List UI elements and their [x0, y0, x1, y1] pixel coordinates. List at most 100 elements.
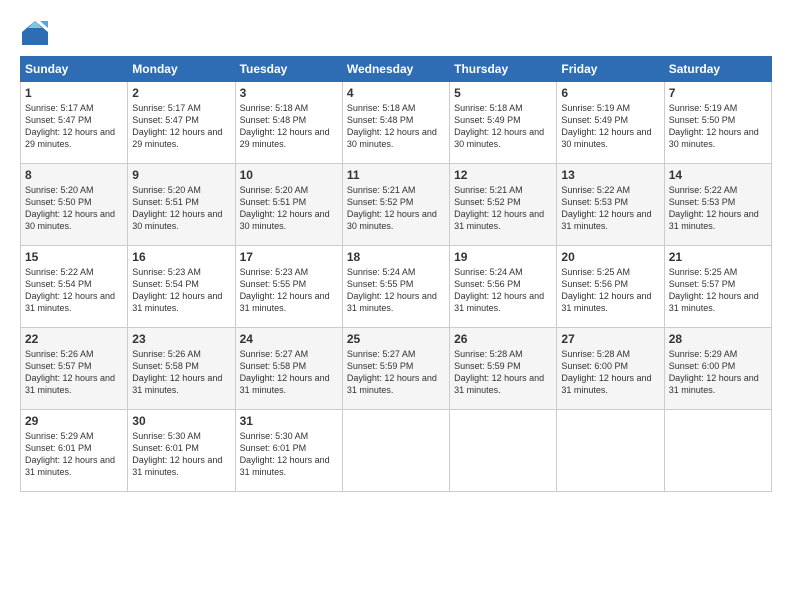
day-number: 31 [240, 414, 338, 428]
day-number: 8 [25, 168, 123, 182]
calendar-day-cell: 7 Sunrise: 5:19 AMSunset: 5:50 PMDayligh… [664, 82, 771, 164]
calendar-week-row: 1 Sunrise: 5:17 AMSunset: 5:47 PMDayligh… [21, 82, 772, 164]
calendar-day-cell: 10 Sunrise: 5:20 AMSunset: 5:51 PMDaylig… [235, 164, 342, 246]
day-info: Sunrise: 5:19 AMSunset: 5:50 PMDaylight:… [669, 103, 759, 149]
day-number: 15 [25, 250, 123, 264]
calendar-day-cell: 17 Sunrise: 5:23 AMSunset: 5:55 PMDaylig… [235, 246, 342, 328]
calendar-day-cell: 28 Sunrise: 5:29 AMSunset: 6:00 PMDaylig… [664, 328, 771, 410]
header [20, 18, 772, 48]
day-number: 20 [561, 250, 659, 264]
day-number: 24 [240, 332, 338, 346]
calendar-day-cell: 1 Sunrise: 5:17 AMSunset: 5:47 PMDayligh… [21, 82, 128, 164]
day-number: 3 [240, 86, 338, 100]
day-info: Sunrise: 5:20 AMSunset: 5:51 PMDaylight:… [132, 185, 222, 231]
weekday-header: Thursday [450, 57, 557, 82]
calendar-day-cell: 29 Sunrise: 5:29 AMSunset: 6:01 PMDaylig… [21, 410, 128, 492]
day-number: 21 [669, 250, 767, 264]
day-number: 28 [669, 332, 767, 346]
day-info: Sunrise: 5:17 AMSunset: 5:47 PMDaylight:… [25, 103, 115, 149]
day-number: 26 [454, 332, 552, 346]
calendar-day-cell: 30 Sunrise: 5:30 AMSunset: 6:01 PMDaylig… [128, 410, 235, 492]
calendar-day-cell: 19 Sunrise: 5:24 AMSunset: 5:56 PMDaylig… [450, 246, 557, 328]
weekday-header: Sunday [21, 57, 128, 82]
calendar-week-row: 8 Sunrise: 5:20 AMSunset: 5:50 PMDayligh… [21, 164, 772, 246]
day-info: Sunrise: 5:30 AMSunset: 6:01 PMDaylight:… [240, 431, 330, 477]
calendar-day-cell: 24 Sunrise: 5:27 AMSunset: 5:58 PMDaylig… [235, 328, 342, 410]
day-number: 27 [561, 332, 659, 346]
calendar-day-cell: 3 Sunrise: 5:18 AMSunset: 5:48 PMDayligh… [235, 82, 342, 164]
day-info: Sunrise: 5:26 AMSunset: 5:57 PMDaylight:… [25, 349, 115, 395]
logo-icon [20, 18, 50, 48]
calendar-day-cell: 2 Sunrise: 5:17 AMSunset: 5:47 PMDayligh… [128, 82, 235, 164]
day-number: 7 [669, 86, 767, 100]
calendar-day-cell: 6 Sunrise: 5:19 AMSunset: 5:49 PMDayligh… [557, 82, 664, 164]
day-number: 12 [454, 168, 552, 182]
logo [20, 18, 54, 48]
calendar-day-cell [342, 410, 449, 492]
day-number: 14 [669, 168, 767, 182]
day-info: Sunrise: 5:18 AMSunset: 5:48 PMDaylight:… [347, 103, 437, 149]
calendar-day-cell: 20 Sunrise: 5:25 AMSunset: 5:56 PMDaylig… [557, 246, 664, 328]
day-number: 1 [25, 86, 123, 100]
calendar-day-cell: 9 Sunrise: 5:20 AMSunset: 5:51 PMDayligh… [128, 164, 235, 246]
day-info: Sunrise: 5:24 AMSunset: 5:56 PMDaylight:… [454, 267, 544, 313]
day-info: Sunrise: 5:20 AMSunset: 5:51 PMDaylight:… [240, 185, 330, 231]
day-info: Sunrise: 5:23 AMSunset: 5:54 PMDaylight:… [132, 267, 222, 313]
day-info: Sunrise: 5:22 AMSunset: 5:53 PMDaylight:… [669, 185, 759, 231]
calendar-day-cell [557, 410, 664, 492]
day-number: 23 [132, 332, 230, 346]
day-number: 29 [25, 414, 123, 428]
day-number: 25 [347, 332, 445, 346]
page: SundayMondayTuesdayWednesdayThursdayFrid… [0, 0, 792, 612]
day-info: Sunrise: 5:25 AMSunset: 5:57 PMDaylight:… [669, 267, 759, 313]
calendar-day-cell: 5 Sunrise: 5:18 AMSunset: 5:49 PMDayligh… [450, 82, 557, 164]
day-info: Sunrise: 5:29 AMSunset: 6:01 PMDaylight:… [25, 431, 115, 477]
calendar-day-cell [664, 410, 771, 492]
calendar-day-cell: 8 Sunrise: 5:20 AMSunset: 5:50 PMDayligh… [21, 164, 128, 246]
day-number: 18 [347, 250, 445, 264]
day-number: 5 [454, 86, 552, 100]
day-info: Sunrise: 5:24 AMSunset: 5:55 PMDaylight:… [347, 267, 437, 313]
weekday-header: Tuesday [235, 57, 342, 82]
day-info: Sunrise: 5:25 AMSunset: 5:56 PMDaylight:… [561, 267, 651, 313]
weekday-header: Saturday [664, 57, 771, 82]
calendar-day-cell: 22 Sunrise: 5:26 AMSunset: 5:57 PMDaylig… [21, 328, 128, 410]
day-number: 9 [132, 168, 230, 182]
day-number: 6 [561, 86, 659, 100]
day-number: 13 [561, 168, 659, 182]
day-info: Sunrise: 5:19 AMSunset: 5:49 PMDaylight:… [561, 103, 651, 149]
day-info: Sunrise: 5:30 AMSunset: 6:01 PMDaylight:… [132, 431, 222, 477]
day-number: 11 [347, 168, 445, 182]
calendar-week-row: 22 Sunrise: 5:26 AMSunset: 5:57 PMDaylig… [21, 328, 772, 410]
calendar-day-cell: 27 Sunrise: 5:28 AMSunset: 6:00 PMDaylig… [557, 328, 664, 410]
calendar-week-row: 29 Sunrise: 5:29 AMSunset: 6:01 PMDaylig… [21, 410, 772, 492]
calendar-day-cell: 26 Sunrise: 5:28 AMSunset: 5:59 PMDaylig… [450, 328, 557, 410]
calendar-header-row: SundayMondayTuesdayWednesdayThursdayFrid… [21, 57, 772, 82]
calendar-day-cell: 14 Sunrise: 5:22 AMSunset: 5:53 PMDaylig… [664, 164, 771, 246]
day-info: Sunrise: 5:21 AMSunset: 5:52 PMDaylight:… [347, 185, 437, 231]
calendar-day-cell: 21 Sunrise: 5:25 AMSunset: 5:57 PMDaylig… [664, 246, 771, 328]
calendar-day-cell: 18 Sunrise: 5:24 AMSunset: 5:55 PMDaylig… [342, 246, 449, 328]
weekday-header: Monday [128, 57, 235, 82]
calendar-day-cell: 31 Sunrise: 5:30 AMSunset: 6:01 PMDaylig… [235, 410, 342, 492]
calendar-day-cell: 16 Sunrise: 5:23 AMSunset: 5:54 PMDaylig… [128, 246, 235, 328]
calendar-day-cell: 11 Sunrise: 5:21 AMSunset: 5:52 PMDaylig… [342, 164, 449, 246]
day-info: Sunrise: 5:22 AMSunset: 5:54 PMDaylight:… [25, 267, 115, 313]
day-info: Sunrise: 5:17 AMSunset: 5:47 PMDaylight:… [132, 103, 222, 149]
weekday-header: Wednesday [342, 57, 449, 82]
day-info: Sunrise: 5:18 AMSunset: 5:49 PMDaylight:… [454, 103, 544, 149]
calendar-day-cell: 13 Sunrise: 5:22 AMSunset: 5:53 PMDaylig… [557, 164, 664, 246]
day-info: Sunrise: 5:27 AMSunset: 5:58 PMDaylight:… [240, 349, 330, 395]
calendar-day-cell: 12 Sunrise: 5:21 AMSunset: 5:52 PMDaylig… [450, 164, 557, 246]
day-info: Sunrise: 5:26 AMSunset: 5:58 PMDaylight:… [132, 349, 222, 395]
day-number: 19 [454, 250, 552, 264]
day-number: 16 [132, 250, 230, 264]
calendar-table: SundayMondayTuesdayWednesdayThursdayFrid… [20, 56, 772, 492]
day-info: Sunrise: 5:29 AMSunset: 6:00 PMDaylight:… [669, 349, 759, 395]
day-info: Sunrise: 5:20 AMSunset: 5:50 PMDaylight:… [25, 185, 115, 231]
day-info: Sunrise: 5:22 AMSunset: 5:53 PMDaylight:… [561, 185, 651, 231]
day-number: 10 [240, 168, 338, 182]
day-number: 22 [25, 332, 123, 346]
day-number: 30 [132, 414, 230, 428]
day-info: Sunrise: 5:21 AMSunset: 5:52 PMDaylight:… [454, 185, 544, 231]
